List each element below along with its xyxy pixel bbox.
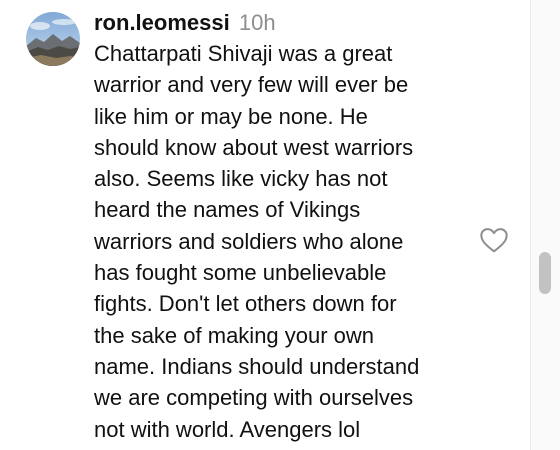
scrollbar-track[interactable] bbox=[530, 0, 560, 450]
comment-text-line: not with world. Avengers lol bbox=[94, 416, 361, 442]
comment-item: ron.leomessi 10h Chattarpati Shivaji was… bbox=[0, 0, 560, 450]
comment-text-line: should know about west warriors bbox=[94, 134, 414, 160]
comment-text-line: name. Indians should understand bbox=[94, 353, 420, 379]
comment-text-line: fights. Don't let others down for bbox=[94, 291, 397, 317]
scrollbar-thumb[interactable] bbox=[539, 252, 551, 294]
heart-outline-icon bbox=[480, 228, 508, 253]
timestamp[interactable]: 10h bbox=[239, 10, 276, 35]
comment-text-line: warriors and soldiers who alone bbox=[94, 228, 404, 254]
comment-text-line: heard the names of Vikings bbox=[94, 197, 361, 223]
avatar[interactable] bbox=[26, 12, 80, 66]
comment-text-line: the sake of making your own bbox=[94, 322, 375, 348]
like-button[interactable] bbox=[478, 224, 510, 256]
comment-text-line: we are competing with ourselves bbox=[94, 385, 414, 411]
comment-text: Chattarpati Shivaji was a great warrior … bbox=[94, 38, 484, 445]
comment-text-line: has fought some unbelievable bbox=[94, 260, 387, 286]
comment-text-line: like him or may be none. He bbox=[94, 103, 368, 129]
comment-text-line: Chattarpati Shivaji was a great bbox=[94, 41, 393, 66]
comment-text-line: warrior and very few will ever be bbox=[94, 72, 409, 98]
avatar-image bbox=[26, 12, 80, 66]
comment-header: ron.leomessi 10h bbox=[94, 8, 276, 38]
username-link[interactable]: ron.leomessi bbox=[94, 10, 230, 35]
comment-text-line: also. Seems like vicky has not bbox=[94, 166, 388, 192]
